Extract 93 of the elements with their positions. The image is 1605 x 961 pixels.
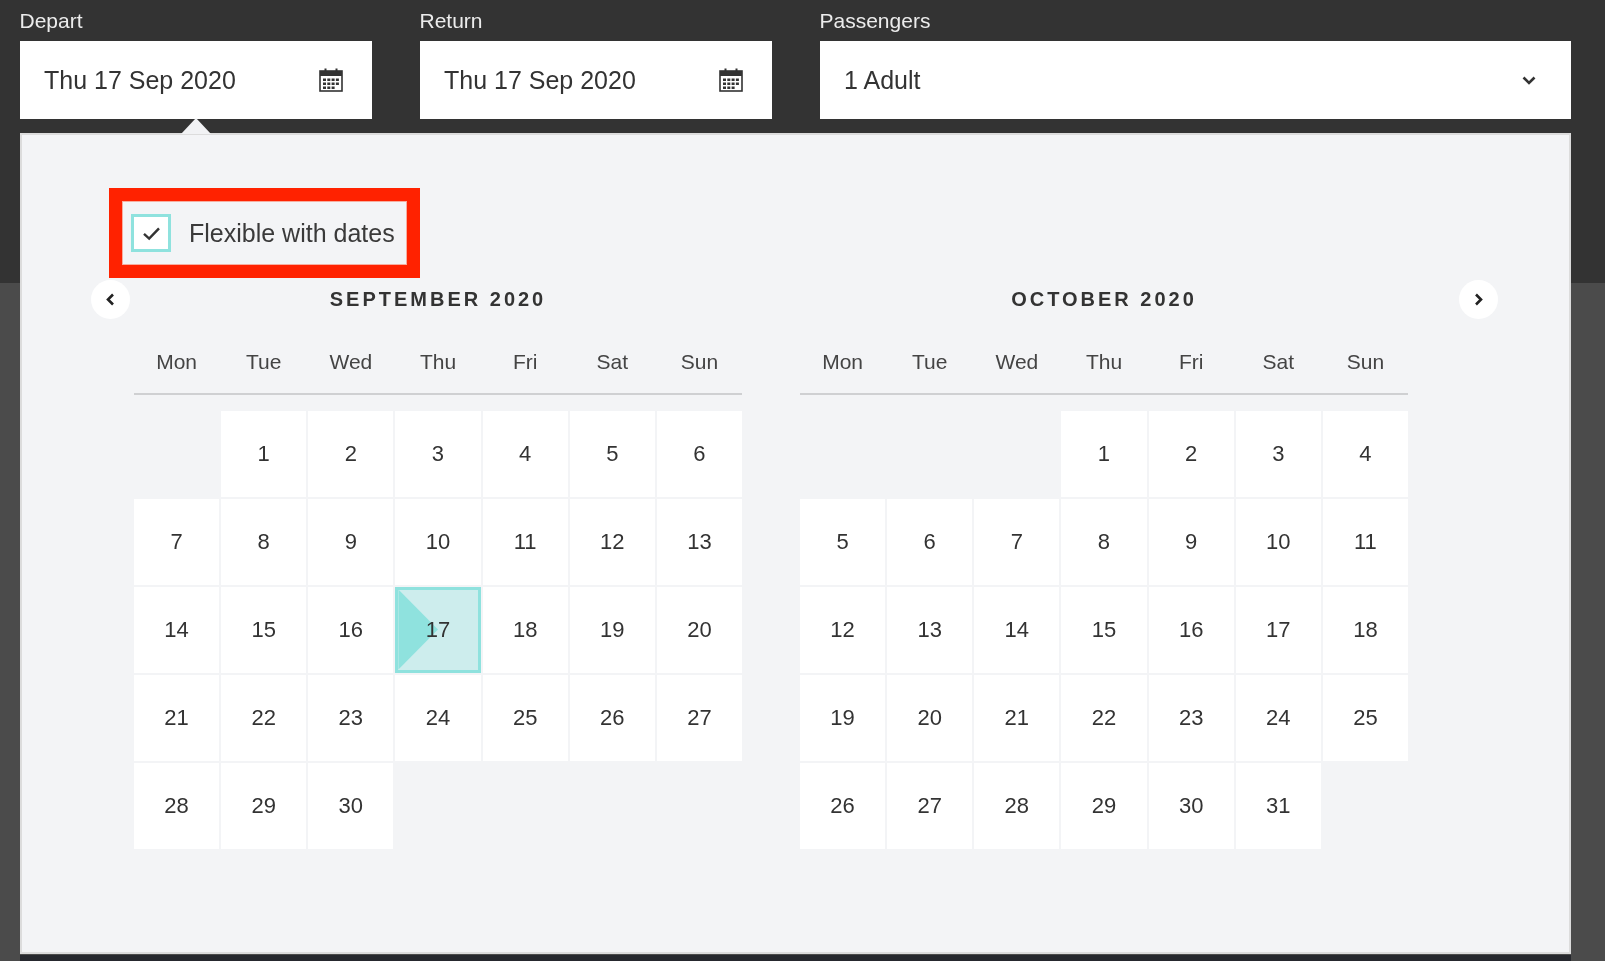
calendar-day[interactable]: 17 [1235, 586, 1321, 673]
calendar-day[interactable]: 26 [800, 762, 886, 849]
month-title: OCTOBER 2020 [1011, 287, 1197, 312]
weekday-label: Fri [1178, 349, 1204, 375]
calendar-day[interactable]: 20 [656, 586, 742, 673]
calendar-day[interactable]: 1 [1061, 410, 1147, 497]
calendar-day[interactable]: 9 [1148, 498, 1234, 585]
chevron-left-icon [106, 293, 115, 306]
previous-month-button[interactable] [91, 280, 130, 319]
calendar-day[interactable]: 4 [482, 410, 568, 497]
calendar-day[interactable]: 25 [1322, 674, 1408, 761]
weekday-label: Mon [822, 349, 863, 375]
weekday-label: Fri [512, 349, 538, 375]
calendar-day[interactable]: 30 [1148, 762, 1234, 849]
calendar-day[interactable]: 14 [134, 586, 220, 673]
calendar-day[interactable]: 29 [221, 762, 307, 849]
calendar-day[interactable]: 11 [1322, 498, 1408, 585]
calendar-day[interactable]: 16 [308, 586, 394, 673]
weekday-label: Tue [912, 349, 948, 375]
weekday-label: Thu [419, 349, 457, 375]
weekday-label: Wed [329, 349, 373, 375]
calendar-day[interactable]: 15 [1061, 586, 1147, 673]
calendar-day[interactable]: 31 [1235, 762, 1321, 849]
calendar-day[interactable]: 16 [1148, 586, 1234, 673]
field-label: Depart [19, 8, 83, 34]
weekday-label: Thu [1085, 349, 1123, 375]
calendar-day[interactable]: 13 [887, 586, 973, 673]
calendar-day[interactable]: 27 [656, 674, 742, 761]
date-field[interactable]: Thu 17 Sep 2020 [419, 41, 772, 119]
calendar-icon [318, 68, 343, 92]
calendar-day[interactable]: 4 [1322, 410, 1408, 497]
calendar-day[interactable]: 22 [1061, 674, 1147, 761]
chevron-right-icon [1473, 293, 1483, 306]
weekday-label: Sun [680, 349, 719, 375]
checkbox-label[interactable]: Flexible with dates [189, 218, 395, 248]
check-icon [141, 225, 161, 241]
field-label: Return [419, 8, 483, 34]
calendar-day[interactable]: 23 [1148, 674, 1234, 761]
calendar-day[interactable]: 28 [134, 762, 220, 849]
calendar-day[interactable]: 29 [1061, 762, 1147, 849]
weekday-label: Tue [246, 349, 282, 375]
calendar-day[interactable]: 20 [887, 674, 973, 761]
calendar-day[interactable]: 10 [395, 498, 481, 585]
calendar-day[interactable]: 5 [800, 498, 886, 585]
weekday-label: Wed [995, 349, 1039, 375]
calendar-day[interactable]: 1 [221, 410, 307, 497]
calendar-day[interactable]: 30 [308, 762, 394, 849]
calendar-day[interactable]: 18 [482, 586, 568, 673]
calendar-day[interactable]: 15 [221, 586, 307, 673]
date-field[interactable]: Thu 17 Sep 2020 [19, 41, 372, 119]
month-title: SEPTEMBER 2020 [329, 287, 547, 312]
calendar-day[interactable]: 3 [1235, 410, 1321, 497]
calendar-day[interactable]: 5 [569, 410, 655, 497]
next-month-button[interactable] [1458, 280, 1498, 319]
calendar-day[interactable]: 8 [221, 498, 307, 585]
field-label: Passengers [819, 8, 931, 34]
calendar-day[interactable]: 21 [974, 674, 1060, 761]
calendar-day[interactable]: 26 [569, 674, 655, 761]
calendar-day[interactable]: 24 [1235, 674, 1321, 761]
weekday-label: Sat [596, 349, 629, 375]
calendar-day[interactable]: 9 [308, 498, 394, 585]
calendar-day[interactable]: 3 [395, 410, 481, 497]
calendar-day[interactable]: 12 [569, 498, 655, 585]
calendar-day[interactable]: 13 [656, 498, 742, 585]
calendar-day[interactable]: 8 [1061, 498, 1147, 585]
calendar-day[interactable]: 12 [800, 586, 886, 673]
calendar-day[interactable]: 10 [1235, 498, 1321, 585]
calendar-day[interactable]: 19 [800, 674, 886, 761]
chevron-down-icon [1522, 75, 1536, 85]
calendar-day[interactable]: 14 [974, 586, 1060, 673]
weekday-label: Sat [1262, 349, 1295, 375]
dropdown-field[interactable]: 1 Adult [819, 41, 1571, 119]
calendar-day[interactable]: 2 [308, 410, 394, 497]
calendar-day[interactable]: 6 [656, 410, 742, 497]
calendar-day[interactable]: 27 [887, 762, 973, 849]
calendar-day[interactable]: 7 [134, 498, 220, 585]
calendar-day[interactable]: 17 [395, 586, 481, 673]
calendar-day[interactable]: 7 [974, 498, 1060, 585]
calendar-icon [718, 68, 743, 92]
calendar-day[interactable]: 23 [308, 674, 394, 761]
calendar-day[interactable]: 25 [482, 674, 568, 761]
calendar-day[interactable]: 28 [974, 762, 1060, 849]
calendar-day[interactable]: 19 [569, 586, 655, 673]
calendar-day[interactable]: 22 [221, 674, 307, 761]
calendar-day[interactable]: 21 [134, 674, 220, 761]
weekday-label: Sun [1346, 349, 1385, 375]
calendar-day[interactable]: 11 [482, 498, 568, 585]
weekday-label: Mon [156, 349, 197, 375]
calendar-day[interactable]: 18 [1322, 586, 1408, 673]
calendar-day[interactable]: 6 [887, 498, 973, 585]
checkbox[interactable] [131, 214, 171, 252]
calendar-day[interactable]: 2 [1148, 410, 1234, 497]
calendar-day[interactable]: 24 [395, 674, 481, 761]
